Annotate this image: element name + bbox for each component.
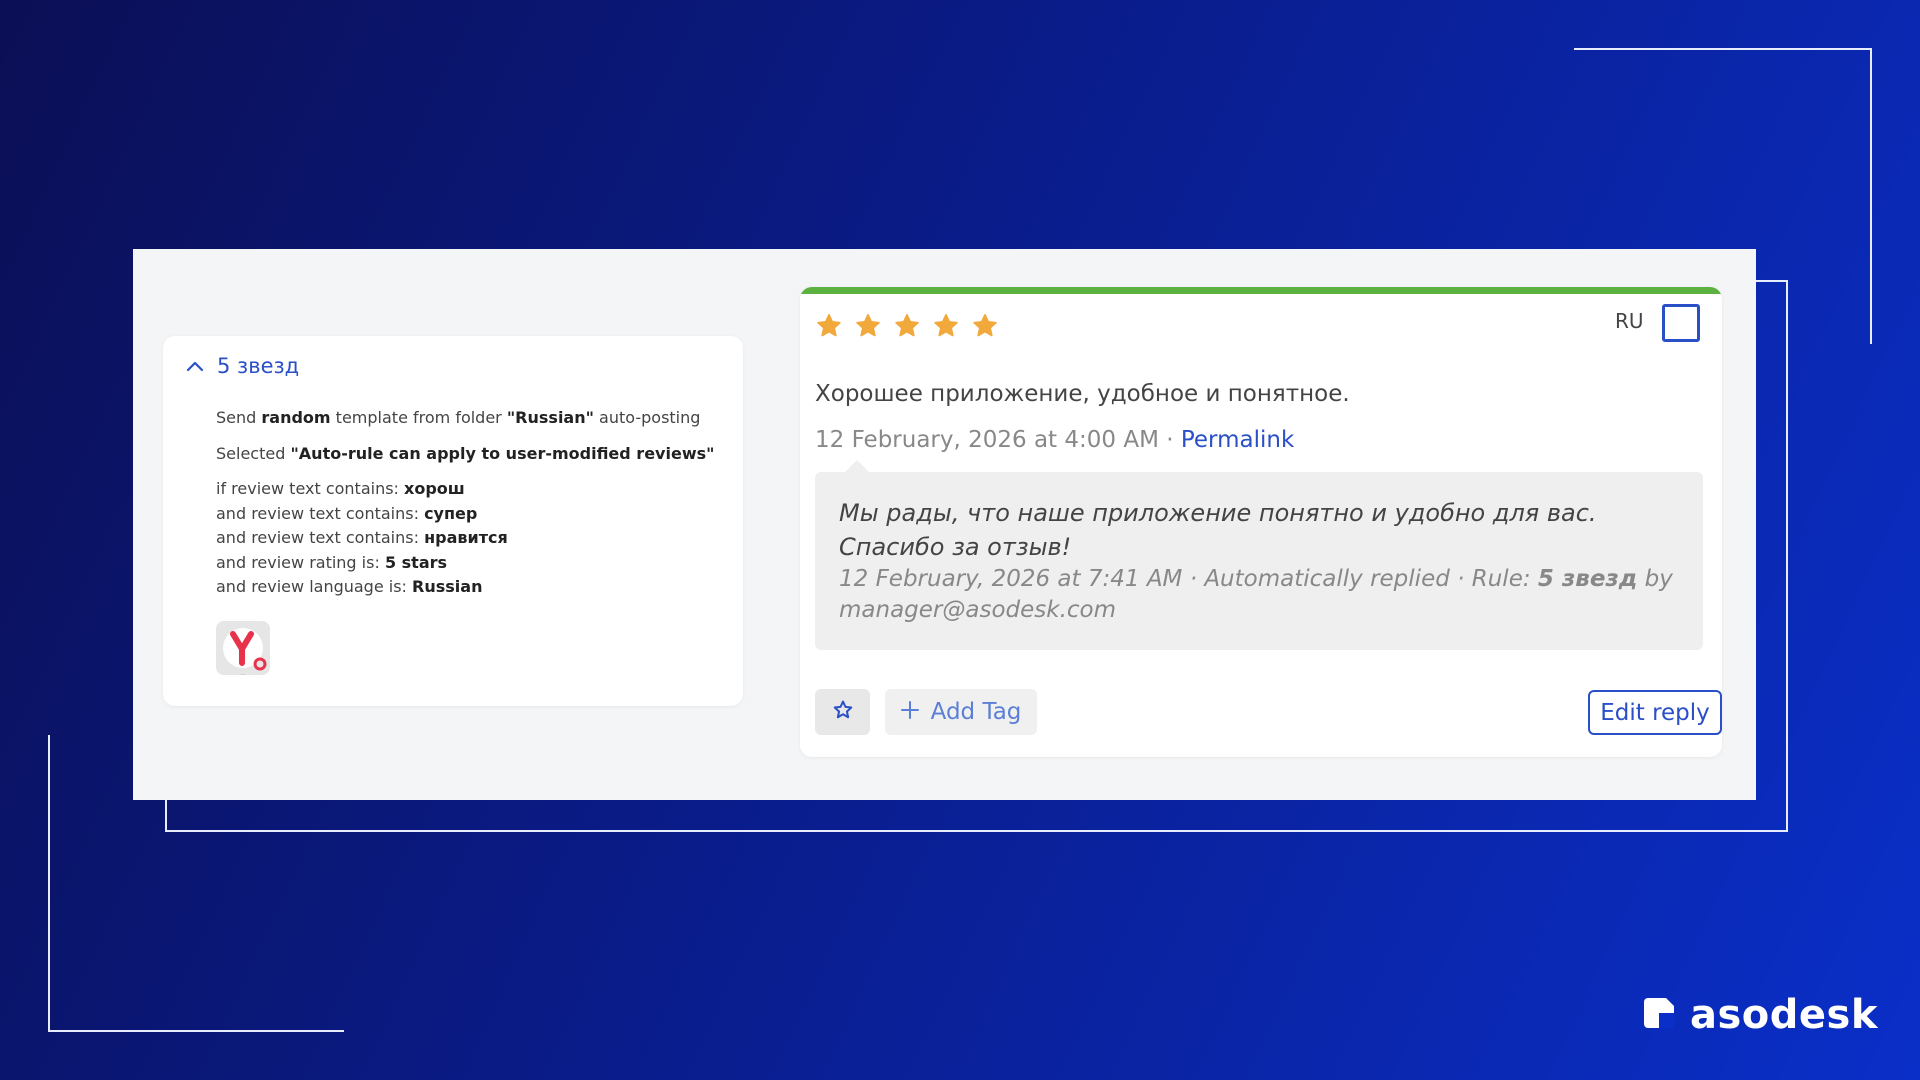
send-prefix: Send	[216, 408, 262, 427]
favorite-button[interactable]	[815, 689, 870, 735]
condition-label: if review text contains:	[216, 479, 405, 498]
rule-description: Send random template from folder "Russia…	[216, 406, 714, 600]
auto-rule-card: 5 звезд Send random template from folder…	[163, 336, 743, 706]
asodesk-logo-icon	[1642, 996, 1676, 1034]
condition-value: Russian	[412, 577, 483, 596]
rule-condition: and review text contains: супер	[216, 502, 714, 527]
rule-header[interactable]: 5 звезд	[185, 354, 299, 378]
star-icon	[815, 312, 843, 340]
condition-value: 5 stars	[384, 552, 448, 572]
rule-title[interactable]: 5 звезд	[217, 354, 299, 378]
rule-condition: and review language is: Russian	[216, 575, 714, 600]
asodesk-brand: asodesk	[1642, 992, 1878, 1038]
reply-box: Мы рады, что наше приложение понятно и у…	[815, 460, 1703, 650]
add-tag-label: Add Tag	[930, 699, 1022, 725]
rule-condition: and review text contains: нравится	[216, 526, 714, 551]
reply-meta-prefix: 12 February, 2026 at 7:41 AM · Automatic…	[839, 566, 1538, 592]
rule-send-line: Send random template from folder "Russia…	[216, 406, 714, 431]
reply-rule-name: 5 звезд	[1537, 566, 1638, 592]
star-icon	[893, 312, 921, 340]
review-date: 12 February, 2026 at 4:00 AM	[815, 427, 1159, 453]
language-label: RU	[1615, 309, 1644, 333]
yandex-app-icon	[216, 621, 270, 675]
reply-text: Мы рады, что наше приложение понятно и у…	[839, 499, 1597, 561]
star-outline-icon	[832, 699, 854, 725]
send-mode: random	[261, 408, 331, 427]
select-checkbox[interactable]	[1662, 304, 1700, 342]
star-icon	[932, 312, 960, 340]
star-icon	[971, 312, 999, 340]
plus-icon	[900, 699, 919, 725]
edit-reply-button[interactable]: Edit reply	[1588, 690, 1722, 735]
review-meta: 12 February, 2026 at 4:00 AM · Permalink	[815, 427, 1294, 453]
rating-color-bar	[800, 287, 1722, 294]
reply-meta: 12 February, 2026 at 7:41 AM · Automatic…	[839, 564, 1679, 626]
star-rating	[815, 312, 999, 340]
condition-value: супер	[424, 503, 478, 523]
send-mid: template from folder	[330, 408, 507, 427]
rule-selected-line: Selected "Auto-rule can apply to user-mo…	[216, 442, 714, 467]
rule-condition: if review text contains: хорош	[216, 477, 714, 502]
condition-label: and review language is:	[216, 577, 413, 596]
send-suffix: auto-posting	[593, 408, 701, 427]
chevron-up-icon[interactable]	[185, 356, 205, 376]
condition-label: and review text contains:	[216, 503, 425, 523]
brand-name: asodesk	[1690, 992, 1878, 1038]
review-card: RU Хорошее приложение, удобное и понятно…	[800, 287, 1722, 757]
content-panel: 5 звезд Send random template from folder…	[133, 249, 1756, 800]
permalink-link[interactable]: Permalink	[1181, 427, 1294, 453]
condition-label: and review text contains:	[216, 528, 425, 547]
add-tag-button[interactable]: Add Tag	[885, 689, 1037, 735]
star-icon	[854, 312, 882, 340]
selected-prefix: Selected	[216, 443, 291, 463]
review-text: Хорошее приложение, удобное и понятное.	[815, 381, 1350, 407]
send-folder: "Russian"	[506, 408, 594, 427]
rule-condition: and review rating is: 5 stars	[216, 551, 714, 576]
condition-value: нравится	[424, 528, 508, 547]
condition-value: хорош	[404, 479, 465, 498]
condition-label: and review rating is:	[216, 552, 385, 572]
selected-option: "Auto-rule can apply to user-modified re…	[290, 443, 715, 463]
meta-separator: ·	[1158, 427, 1181, 453]
